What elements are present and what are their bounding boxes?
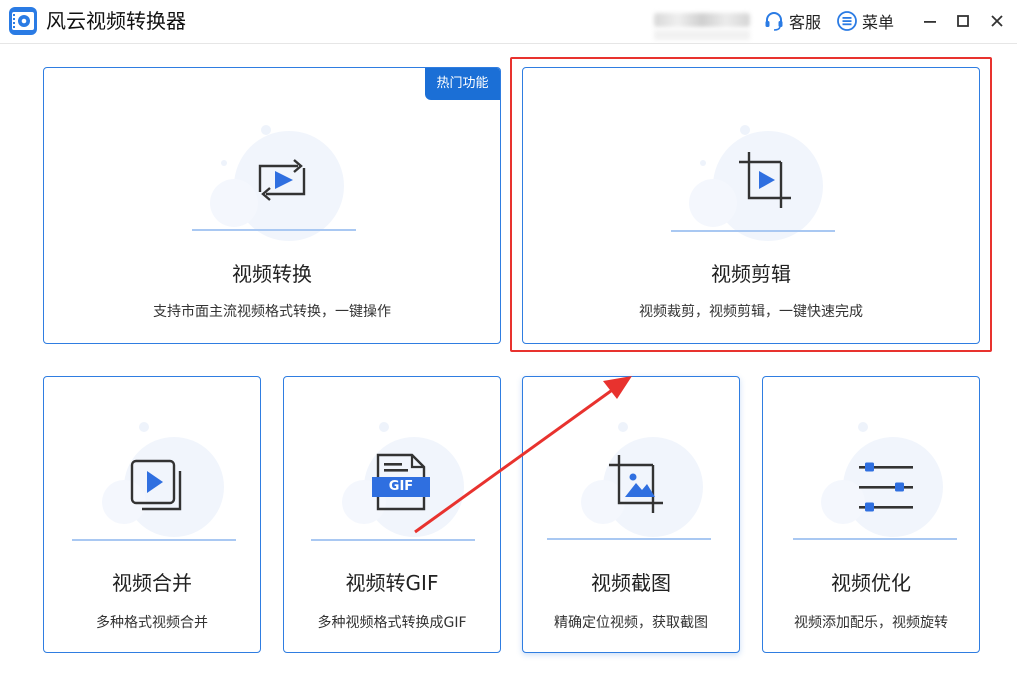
- merge-icon: [130, 459, 182, 511]
- user-account-blurred[interactable]: [654, 13, 750, 27]
- gif-icon-label: GIF: [388, 479, 414, 494]
- app-title: 风云视频转换器: [46, 9, 186, 33]
- app-logo-icon: [9, 7, 37, 35]
- user-account-blurred-sub: [654, 30, 750, 40]
- card-title: 视频转换: [232, 262, 312, 286]
- card-desc: 精确定位视频，获取截图: [554, 615, 708, 631]
- convert-icon: [258, 159, 306, 201]
- menu-label: 菜单: [862, 13, 895, 32]
- menu-button[interactable]: 菜单: [836, 8, 894, 34]
- card-desc: 视频裁剪，视频剪辑，一键快速完成: [639, 304, 863, 320]
- divider-line: [192, 229, 356, 231]
- hot-feature-badge: 热门功能: [425, 68, 500, 100]
- divider-line: [311, 539, 475, 541]
- card-video-edit[interactable]: 视频剪辑 视频裁剪，视频剪辑，一键快速完成: [522, 67, 980, 344]
- minimize-icon[interactable]: [919, 10, 941, 32]
- title-bar: 风云视频转换器 客服 菜单: [0, 0, 1017, 44]
- card-desc: 支持市面主流视频格式转换，一键操作: [153, 304, 391, 320]
- sliders-icon: [859, 462, 913, 512]
- card-video-to-gif[interactable]: GIF 视频转GIF 多种视频格式转换成GIF: [283, 376, 501, 653]
- card-video-convert[interactable]: 视频转换 支持市面主流视频格式转换，一键操作 热门功能: [43, 67, 501, 344]
- customer-service-button[interactable]: 客服: [763, 8, 821, 34]
- card-desc: 视频添加配乐，视频旋转: [794, 615, 948, 631]
- crop-play-icon: [739, 152, 791, 208]
- headset-icon: [765, 12, 783, 31]
- card-title: 视频剪辑: [711, 262, 791, 286]
- card-desc: 多种视频格式转换成GIF: [317, 615, 467, 631]
- card-video-screenshot[interactable]: 视频截图 精确定位视频，获取截图: [522, 376, 740, 653]
- maximize-icon[interactable]: [952, 10, 974, 32]
- card-title: 视频优化: [831, 571, 911, 595]
- card-video-merge[interactable]: 视频合并 多种格式视频合并: [43, 376, 261, 653]
- customer-service-label: 客服: [789, 13, 822, 32]
- divider-line: [671, 230, 835, 232]
- card-title: 视频截图: [591, 571, 671, 595]
- divider-line: [72, 539, 236, 541]
- close-icon[interactable]: [986, 10, 1008, 32]
- screenshot-icon: [609, 455, 663, 513]
- card-video-optimize[interactable]: 视频优化 视频添加配乐，视频旋转: [762, 376, 980, 653]
- card-desc: 多种格式视频合并: [96, 615, 208, 631]
- divider-line: [547, 538, 711, 540]
- menu-list-icon: [837, 11, 857, 31]
- divider-line: [793, 538, 957, 540]
- card-title: 视频转GIF: [345, 571, 439, 595]
- card-title: 视频合并: [112, 571, 192, 595]
